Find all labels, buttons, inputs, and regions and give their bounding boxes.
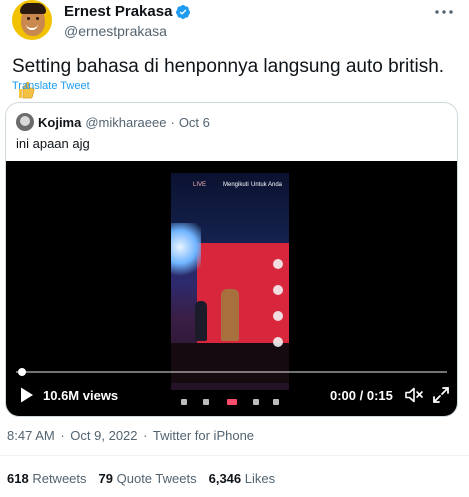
retweets-stat[interactable]: 618 Retweets bbox=[7, 471, 87, 486]
author-display-name-row[interactable]: Ernest Prakasa bbox=[64, 2, 191, 21]
video-controls: 10.6M views 0:00 / 0:15 bbox=[6, 383, 457, 407]
avatar-hair bbox=[20, 3, 46, 14]
phone-side-action bbox=[273, 285, 283, 295]
retweets-label: Retweets bbox=[32, 471, 87, 486]
avatar-eye-left bbox=[27, 17, 30, 20]
quote-tweets-count: 79 bbox=[98, 471, 113, 486]
verified-badge-icon bbox=[176, 4, 191, 19]
translate-tweet-link[interactable]: Translate Tweet bbox=[12, 80, 90, 92]
tweet-time[interactable]: 8:47 AM bbox=[7, 428, 55, 443]
stage-performer-guitar bbox=[195, 301, 207, 341]
quoted-handle: @mikharaeee bbox=[85, 114, 167, 130]
author-names: Ernest Prakasa @ernestprakasa bbox=[64, 2, 191, 40]
fullscreen-icon[interactable] bbox=[432, 386, 450, 404]
phone-side-action bbox=[273, 311, 283, 321]
author-display-name[interactable]: Ernest Prakasa bbox=[64, 2, 172, 21]
meta-dot-separator: · bbox=[143, 428, 148, 443]
tweet: Ernest Prakasa @ernestprakasa Setting ba… bbox=[0, 0, 469, 497]
likes-count: 6,346 bbox=[208, 471, 242, 486]
quoted-tweet-text: ini apaan ajg bbox=[16, 136, 90, 151]
quote-tweets-stat[interactable]: 79 Quote Tweets bbox=[99, 471, 197, 486]
phone-tab-following: Mengikuti bbox=[223, 182, 249, 188]
phone-side-action bbox=[273, 259, 283, 269]
tweet-stats: 618 Retweets 79 Quote Tweets 6,346 Likes bbox=[7, 471, 275, 486]
stage-floor bbox=[171, 343, 289, 383]
likes-label: Likes bbox=[244, 471, 276, 486]
volume-icon[interactable] bbox=[404, 386, 424, 404]
phone-side-action bbox=[273, 337, 283, 347]
tweet-source[interactable]: Twitter for iPhone bbox=[153, 428, 254, 443]
stage-performer-singer bbox=[221, 289, 239, 341]
quoted-tweet-header: Kojima @mikharaeee · Oct 6 bbox=[16, 113, 210, 131]
stage-light bbox=[171, 223, 201, 283]
phone-tab-for-you: Untuk Anda bbox=[251, 182, 283, 188]
quoted-display-name: Kojima bbox=[38, 114, 82, 130]
retweets-count: 618 bbox=[7, 471, 29, 486]
more-options-icon[interactable] bbox=[433, 4, 455, 20]
tweet-header: Ernest Prakasa @ernestprakasa bbox=[12, 0, 457, 42]
quoted-tweet[interactable]: Kojima @mikharaeee · Oct 6 ini apaan ajg… bbox=[5, 102, 458, 417]
video-view-count: 10.6M views bbox=[43, 388, 119, 403]
video-player[interactable]: LIVE Mengikuti Untuk Anda 10.6M views 0:… bbox=[6, 161, 457, 416]
quoted-date: Oct 6 bbox=[178, 114, 210, 130]
likes-stat[interactable]: 6,346 Likes bbox=[209, 471, 276, 486]
meta-dot-separator: · bbox=[60, 428, 65, 443]
video-frame-phone-screen: LIVE Mengikuti Untuk Anda bbox=[171, 173, 289, 416]
tweet-date[interactable]: Oct 9, 2022 bbox=[70, 428, 137, 443]
quote-tweets-label: Quote Tweets bbox=[116, 471, 197, 486]
quoted-avatar bbox=[16, 113, 34, 131]
avatar-eye-right bbox=[36, 17, 39, 20]
divider bbox=[0, 455, 469, 456]
video-progress-bar[interactable] bbox=[16, 368, 447, 376]
phone-tab-live: LIVE bbox=[193, 182, 207, 188]
video-time: 0:00 / 0:15 bbox=[330, 388, 393, 403]
quoted-dot-separator: · bbox=[170, 114, 175, 130]
video-progress-knob[interactable] bbox=[18, 368, 26, 376]
phone-top-tabs: LIVE Mengikuti Untuk Anda bbox=[171, 173, 289, 195]
phone-side-actions bbox=[273, 259, 285, 363]
avatar[interactable] bbox=[12, 0, 52, 40]
tweet-meta: 8:47 AM · Oct 9, 2022 · Twitter for iPho… bbox=[7, 428, 254, 443]
play-icon[interactable] bbox=[20, 387, 34, 403]
tweet-text-content: Setting bahasa di henponnya langsung aut… bbox=[12, 56, 445, 77]
author-handle[interactable]: @ernestprakasa bbox=[64, 22, 191, 40]
